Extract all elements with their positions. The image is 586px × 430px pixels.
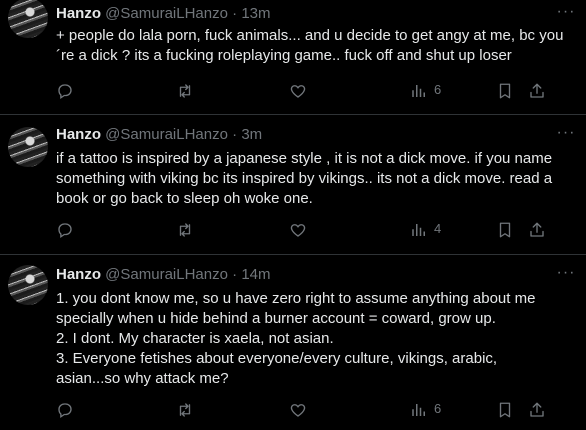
avatar[interactable] bbox=[8, 127, 48, 167]
views-value: 4 bbox=[434, 221, 442, 236]
reply-icon[interactable] bbox=[56, 399, 74, 419]
more-icon[interactable]: ··· bbox=[556, 4, 576, 24]
retweet-icon[interactable] bbox=[176, 80, 194, 100]
tweet-header: Hanzo @SamuraiLHanzo · 3m bbox=[56, 125, 262, 145]
user-handle[interactable]: @SamuraiLHanzo bbox=[105, 266, 228, 283]
timeline-feed: Hanzo @SamuraiLHanzo · 13m ··· + people … bbox=[0, 0, 586, 430]
heart-icon[interactable] bbox=[289, 80, 307, 100]
reply-icon[interactable] bbox=[56, 80, 74, 100]
tweet-header: Hanzo @SamuraiLHanzo · 13m bbox=[56, 4, 271, 24]
tweet[interactable]: Hanzo @SamuraiLHanzo · 14m ··· 1. you do… bbox=[0, 255, 586, 430]
tweet-text-line: something with viking bc its inspired by… bbox=[56, 170, 553, 187]
separator-dot: · bbox=[232, 266, 238, 283]
avatar[interactable] bbox=[8, 265, 48, 305]
tweet-text-line: 2. I dont. My character is xaela, not as… bbox=[56, 330, 334, 347]
tweet[interactable]: Hanzo @SamuraiLHanzo · 3m ··· if a tatto… bbox=[0, 115, 586, 255]
more-icon[interactable]: ··· bbox=[556, 125, 576, 145]
tweet-actions: 6 bbox=[56, 399, 576, 419]
avatar[interactable] bbox=[8, 0, 48, 38]
display-name[interactable]: Hanzo bbox=[56, 5, 101, 22]
timestamp[interactable]: 3m bbox=[241, 126, 262, 143]
tweet-text-line: + people do lala porn, fuck animals... a… bbox=[56, 27, 564, 44]
tweet-text-line: if a tattoo is inspired by a japanese st… bbox=[56, 150, 553, 167]
tweet-header: Hanzo @SamuraiLHanzo · 14m bbox=[56, 265, 271, 285]
views-icon bbox=[412, 223, 425, 236]
views-count[interactable]: 4 bbox=[410, 219, 441, 239]
views-icon bbox=[412, 403, 425, 416]
share-icon[interactable] bbox=[528, 80, 546, 100]
tweet-text-line: book or go back to sleep oh woke one. bbox=[56, 190, 313, 207]
tweet-actions: 6 bbox=[56, 80, 576, 100]
tweet-text-line: 3. Everyone fetishes about everyone/ever… bbox=[56, 350, 498, 367]
more-icon[interactable]: ··· bbox=[556, 265, 576, 285]
heart-icon[interactable] bbox=[289, 219, 307, 239]
tweet-text-line: asian...so why attack me? bbox=[56, 370, 229, 387]
separator-dot: · bbox=[232, 5, 238, 22]
bookmark-icon[interactable] bbox=[496, 219, 514, 239]
retweet-icon[interactable] bbox=[176, 219, 194, 239]
share-icon[interactable] bbox=[528, 219, 546, 239]
user-handle[interactable]: @SamuraiLHanzo bbox=[105, 5, 228, 22]
user-handle[interactable]: @SamuraiLHanzo bbox=[105, 126, 228, 143]
views-value: 6 bbox=[434, 401, 442, 416]
tweet-text-line: ´re a dick ? its a fucking roleplaying g… bbox=[56, 47, 512, 64]
bookmark-icon[interactable] bbox=[496, 80, 514, 100]
tweet[interactable]: Hanzo @SamuraiLHanzo · 13m ··· + people … bbox=[0, 0, 586, 115]
display-name[interactable]: Hanzo bbox=[56, 266, 101, 283]
views-value: 6 bbox=[434, 82, 442, 97]
retweet-icon[interactable] bbox=[176, 399, 194, 419]
tweet-text-line: specially when u hide behind a burner ac… bbox=[56, 310, 496, 327]
timestamp[interactable]: 14m bbox=[241, 266, 270, 283]
separator-dot: · bbox=[232, 126, 238, 143]
views-count[interactable]: 6 bbox=[410, 399, 441, 419]
views-icon bbox=[412, 84, 425, 97]
reply-icon[interactable] bbox=[56, 219, 74, 239]
tweet-text: if a tattoo is inspired by a japanese st… bbox=[56, 149, 574, 209]
display-name[interactable]: Hanzo bbox=[56, 126, 101, 143]
bookmark-icon[interactable] bbox=[496, 399, 514, 419]
tweet-text-line: 1. you dont know me, so u have zero righ… bbox=[56, 290, 536, 307]
heart-icon[interactable] bbox=[289, 399, 307, 419]
tweet-text: 1. you dont know me, so u have zero righ… bbox=[56, 289, 574, 389]
views-count[interactable]: 6 bbox=[410, 80, 441, 100]
tweet-text: + people do lala porn, fuck animals... a… bbox=[56, 26, 574, 66]
share-icon[interactable] bbox=[528, 399, 546, 419]
tweet-actions: 4 bbox=[56, 219, 576, 239]
timestamp[interactable]: 13m bbox=[241, 5, 270, 22]
